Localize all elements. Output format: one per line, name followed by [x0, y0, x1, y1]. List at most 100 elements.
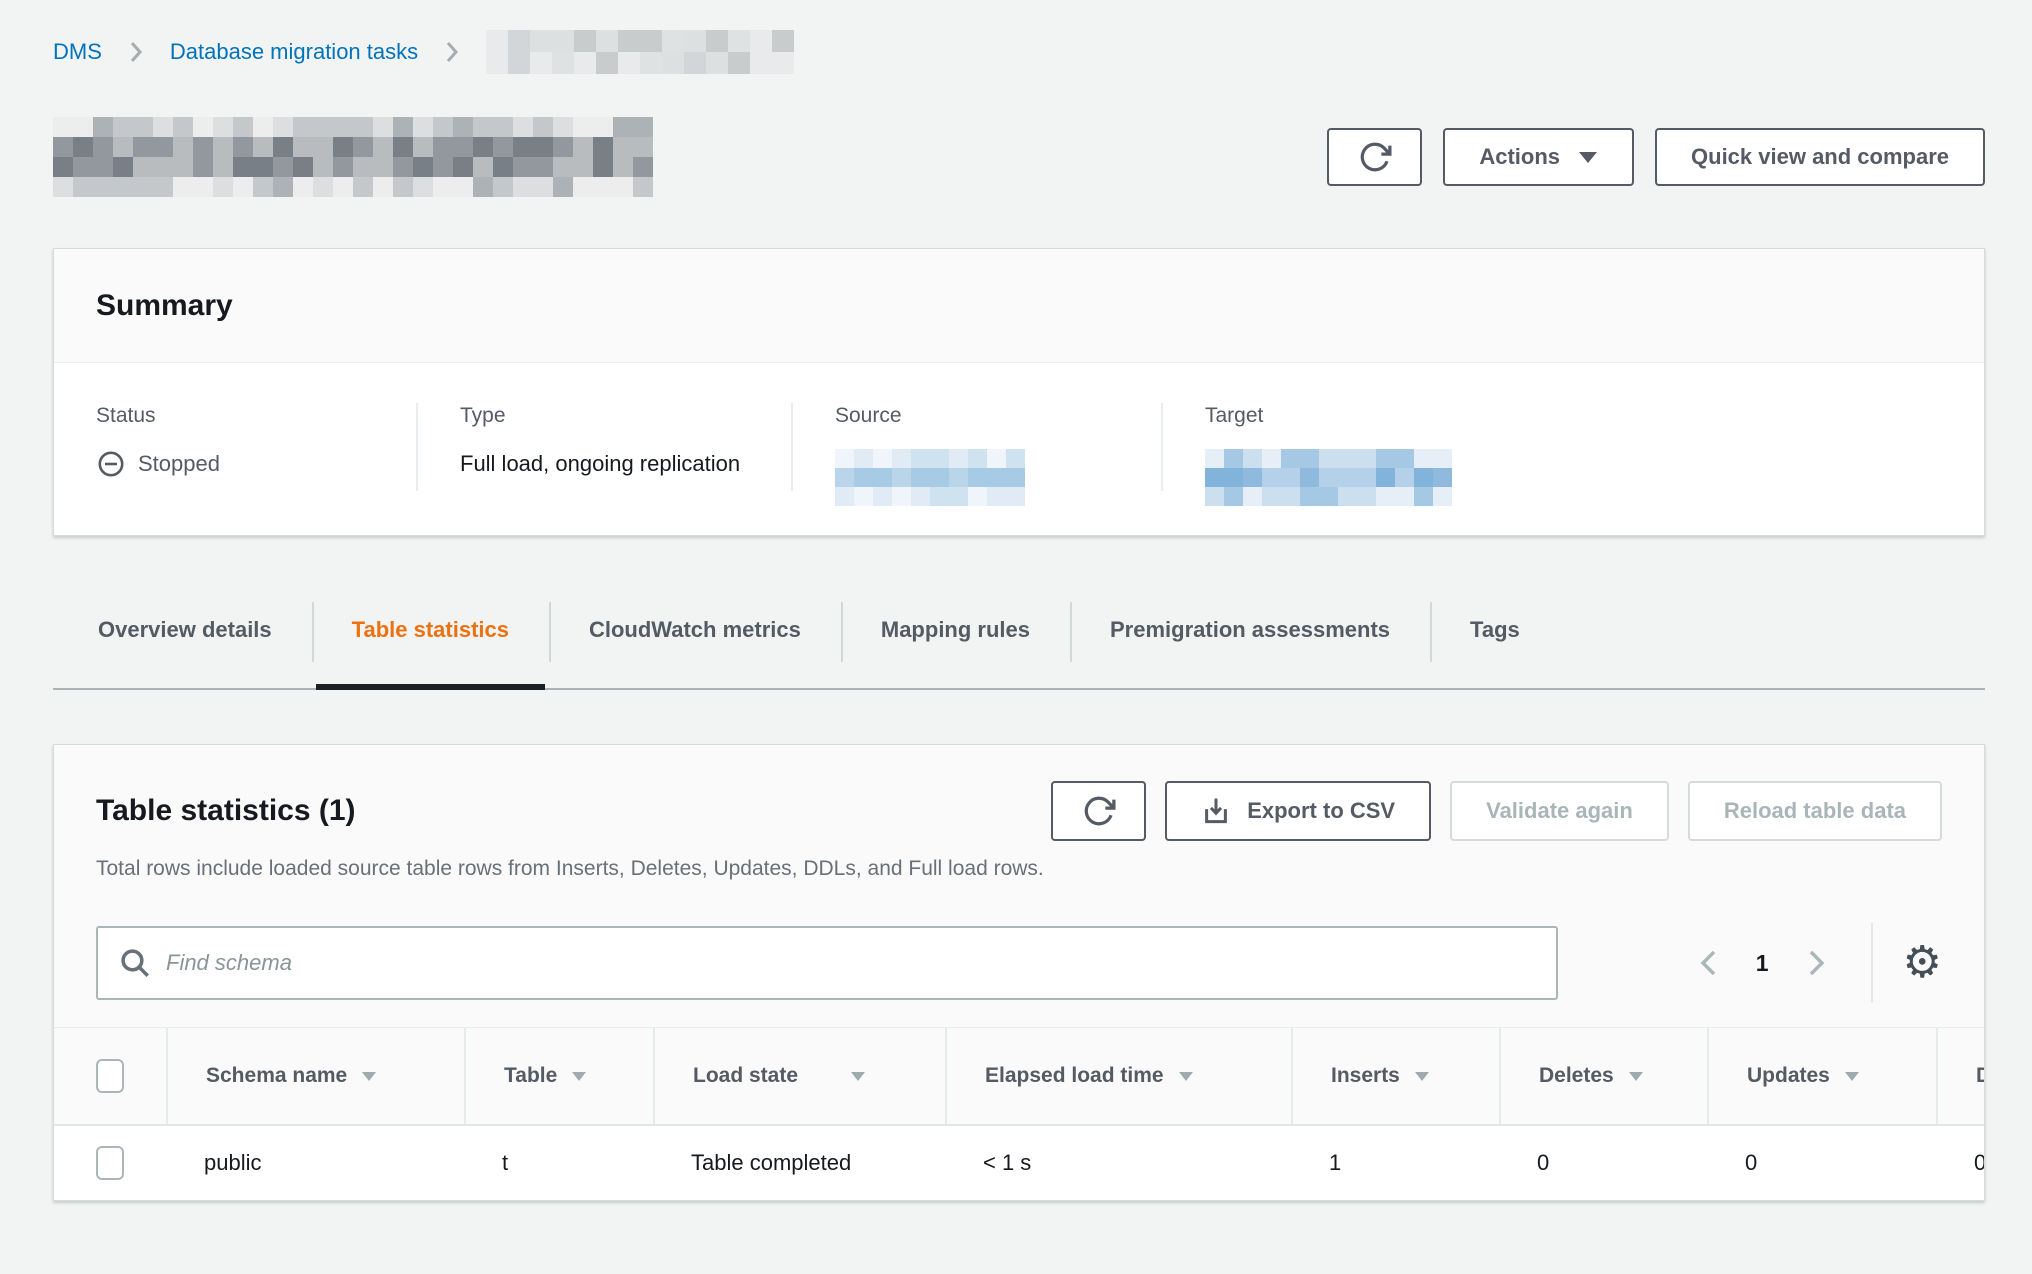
sort-icon[interactable] [1844, 1064, 1860, 1088]
column-label: Schema name [206, 1064, 347, 1087]
summary-field-type: Type Full load, ongoing replication [416, 403, 791, 491]
column-header-table[interactable]: Table [464, 1028, 653, 1124]
summary-body: Status Stopped Type Full load, ongoing r… [54, 363, 1984, 535]
status-label: Status [96, 403, 416, 429]
tab-premigration-assessments[interactable]: Premigration assessments [1070, 600, 1430, 688]
cell-table: t [464, 1124, 653, 1200]
row-checkbox[interactable] [96, 1146, 124, 1180]
validate-again-button[interactable]: Validate again [1450, 781, 1669, 841]
column-header-updates[interactable]: Updates [1707, 1028, 1936, 1124]
summary-card-header: Summary [54, 249, 1984, 363]
tab-mapping-rules[interactable]: Mapping rules [841, 600, 1070, 688]
column-label: Updates [1747, 1064, 1830, 1087]
breadcrumb-item-dms[interactable]: DMS [53, 39, 102, 65]
cell-updates: 0 [1707, 1124, 1936, 1200]
column-header-load-state[interactable]: Load state [653, 1028, 945, 1124]
export-to-csv-button[interactable]: Export to CSV [1165, 781, 1431, 841]
type-label: Type [460, 403, 791, 429]
sort-icon[interactable] [1414, 1064, 1430, 1088]
caret-down-icon [1578, 151, 1598, 164]
breadcrumb: DMS Database migration tasks [53, 0, 1985, 76]
task-detail-tabs: Overview details Table statistics CloudW… [53, 600, 1985, 690]
table-statistics-table: Schema name Table Load state Elapsed loa… [54, 1028, 1985, 1200]
tab-cloudwatch-metrics[interactable]: CloudWatch metrics [549, 600, 841, 688]
column-header-inserts[interactable]: Inserts [1291, 1028, 1499, 1124]
reload-table-data-button[interactable]: Reload table data [1688, 781, 1942, 841]
column-label: Elapsed load time [985, 1064, 1164, 1087]
column-label: DDLs [1976, 1064, 1985, 1087]
table-refresh-button[interactable] [1051, 781, 1146, 841]
cell-inserts: 1 [1291, 1124, 1499, 1200]
summary-card: Summary Status Stopped Type Full load, o… [53, 248, 1985, 536]
table-statistics-title: Table statistics (1) [96, 794, 356, 828]
chevron-left-icon [1694, 946, 1724, 980]
source-label: Source [835, 403, 1161, 429]
validate-again-label: Validate again [1486, 798, 1633, 824]
sort-icon[interactable] [571, 1064, 587, 1088]
table-header-row: Schema name Table Load state Elapsed loa… [54, 1028, 1985, 1124]
pagination: 1 ⚙ [1688, 923, 1942, 1003]
summary-field-source: Source [791, 403, 1161, 491]
refresh-icon [1082, 794, 1116, 828]
column-label: Table [504, 1064, 557, 1087]
sort-icon[interactable] [361, 1064, 377, 1088]
gear-icon: ⚙ [1903, 938, 1942, 987]
cell-ddls: 0 [1936, 1124, 1985, 1200]
status-value: Stopped [96, 449, 416, 479]
dms-task-page: DMS Database migration tasks Actions [0, 0, 2032, 1274]
export-to-csv-label: Export to CSV [1247, 798, 1395, 824]
preferences-gear-button[interactable]: ⚙ [1903, 941, 1942, 985]
target-endpoint-link-redacted[interactable] [1205, 449, 1452, 506]
current-page-number[interactable]: 1 [1756, 950, 1769, 977]
breadcrumb-item-task-name-redacted [486, 30, 794, 74]
cell-deletes: 0 [1499, 1124, 1707, 1200]
cell-elapsed-load-time: < 1 s [945, 1124, 1291, 1200]
column-header-deletes[interactable]: Deletes [1499, 1028, 1707, 1124]
summary-field-target: Target [1161, 403, 1984, 491]
sort-icon[interactable] [1628, 1064, 1644, 1088]
stopped-icon [96, 449, 126, 479]
quick-view-compare-label: Quick view and compare [1691, 144, 1949, 170]
schema-search-box [96, 926, 1558, 1000]
table-statistics-header: Table statistics (1) [54, 745, 1984, 1028]
sort-icon[interactable] [1178, 1064, 1194, 1088]
search-icon [118, 946, 152, 980]
previous-page-button[interactable] [1688, 946, 1730, 980]
quick-view-compare-button[interactable]: Quick view and compare [1655, 128, 1985, 186]
refresh-button[interactable] [1327, 128, 1422, 186]
table-row: public t Table completed < 1 s 1 0 0 0 [54, 1124, 1985, 1200]
table-statistics-toolbar: Export to CSV Validate again Reload tabl… [1051, 781, 1942, 841]
filter-row: 1 ⚙ [96, 923, 1942, 1003]
cell-load-state: Table completed [653, 1124, 945, 1200]
status-text: Stopped [138, 449, 220, 479]
source-endpoint-link-redacted[interactable] [835, 449, 1025, 506]
tab-overview-details[interactable]: Overview details [53, 600, 312, 688]
pagination-divider [1871, 923, 1873, 1003]
chevron-right-icon [126, 39, 146, 65]
target-label: Target [1205, 403, 1984, 429]
actions-button-label: Actions [1479, 144, 1560, 170]
page-header: Actions Quick view and compare [53, 112, 1985, 202]
actions-button[interactable]: Actions [1443, 128, 1634, 186]
column-header-elapsed-load-time[interactable]: Elapsed load time [945, 1028, 1291, 1124]
breadcrumb-item-migration-tasks[interactable]: Database migration tasks [170, 39, 418, 65]
tab-table-statistics[interactable]: Table statistics [312, 600, 549, 688]
reload-table-data-label: Reload table data [1724, 798, 1906, 824]
summary-title: Summary [96, 289, 233, 323]
tab-tags[interactable]: Tags [1430, 600, 1560, 688]
cell-schema-name: public [166, 1124, 464, 1200]
find-schema-input[interactable] [166, 950, 1536, 976]
column-header-schema-name[interactable]: Schema name [166, 1028, 464, 1124]
sort-icon[interactable] [850, 1064, 866, 1088]
chevron-right-icon [1801, 946, 1831, 980]
summary-field-status: Status Stopped [54, 403, 416, 491]
column-header-ddls[interactable]: DDLs [1936, 1028, 1985, 1124]
refresh-icon [1358, 140, 1392, 174]
table-statistics-card: Table statistics (1) [53, 744, 1985, 1201]
download-icon [1201, 796, 1231, 826]
select-all-checkbox[interactable] [96, 1059, 124, 1093]
column-label: Load state [693, 1064, 798, 1087]
type-value: Full load, ongoing replication [460, 449, 791, 479]
header-actions: Actions Quick view and compare [1327, 128, 1985, 186]
next-page-button[interactable] [1795, 946, 1837, 980]
